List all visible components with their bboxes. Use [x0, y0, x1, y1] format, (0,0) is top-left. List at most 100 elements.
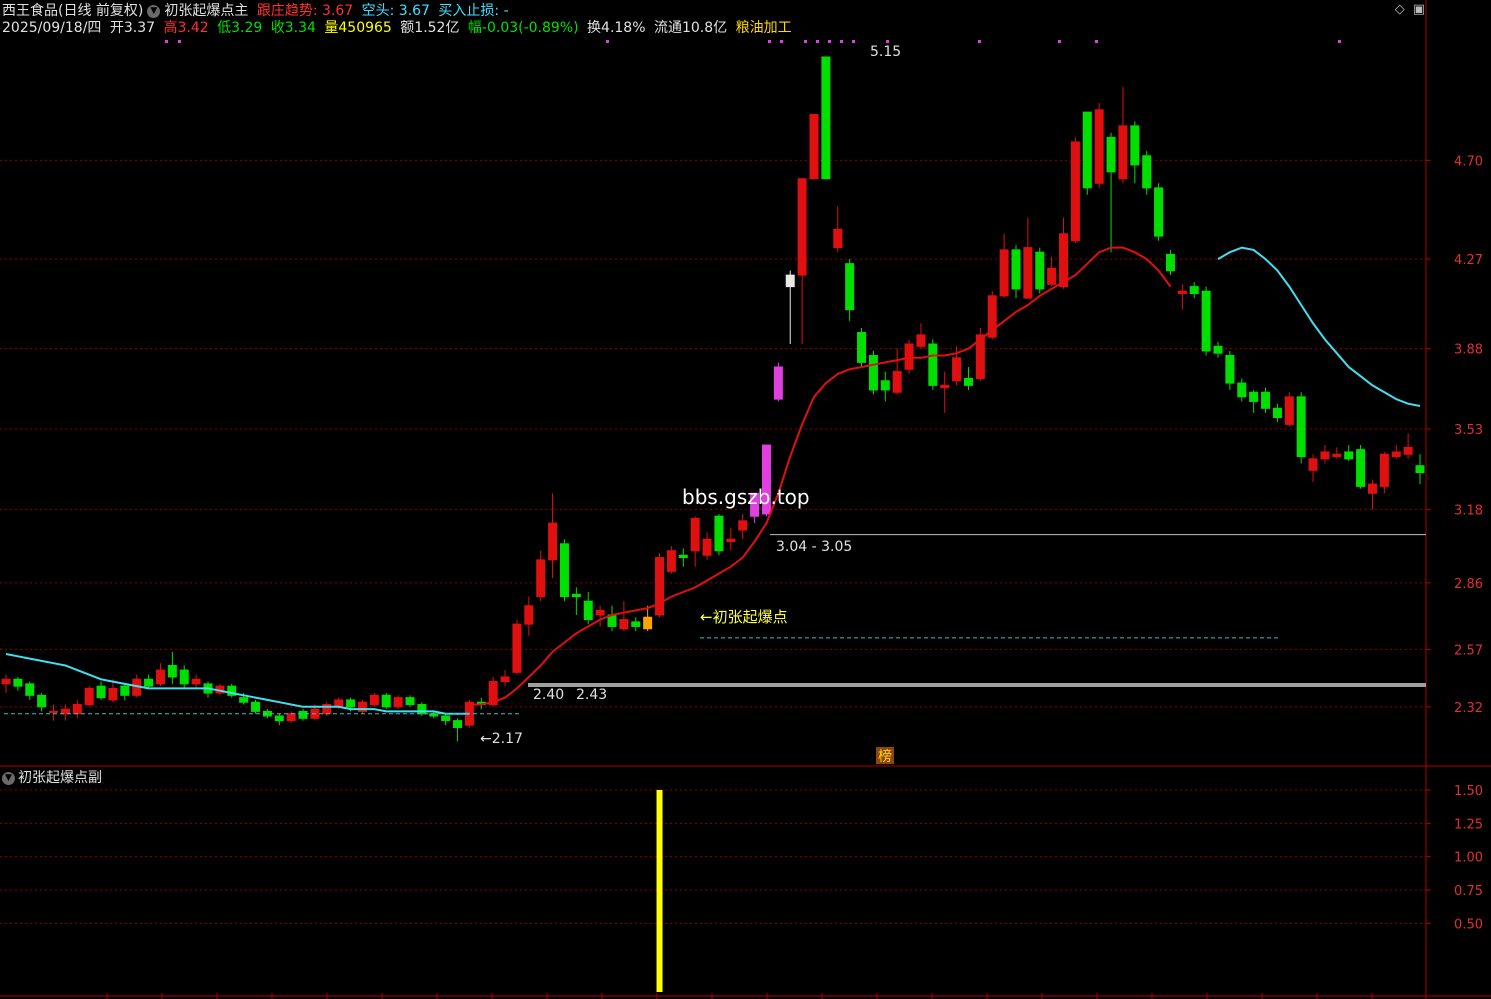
candle-body [512, 623, 522, 673]
candle-body [1082, 111, 1092, 189]
candle-body [179, 669, 189, 685]
candle-body [1249, 391, 1259, 402]
candle-body [381, 694, 391, 708]
sub-y-tick-label: 1.25 [1454, 817, 1483, 832]
candle-body [1165, 253, 1175, 272]
candle-body [1272, 407, 1282, 418]
ma-line-red [469, 246, 1172, 706]
candle-body [892, 371, 902, 393]
candle-body [1213, 345, 1223, 354]
candle-body [239, 697, 249, 703]
candle-body [868, 355, 878, 391]
peak-label: 5.15 [870, 44, 901, 60]
candle-body [1118, 125, 1128, 180]
candle-body [37, 694, 47, 708]
candle-body [1094, 109, 1104, 184]
candle-body [1059, 233, 1069, 288]
y-tick-label: 2.32 [1454, 701, 1483, 716]
candle-body [726, 538, 736, 542]
candle-body [1177, 290, 1187, 295]
candle-body [1237, 382, 1247, 398]
candle-body [108, 687, 118, 701]
candle-body [952, 357, 962, 382]
signal-dot [1058, 40, 1061, 43]
candle-body [1332, 453, 1342, 458]
signal-label: ←初张起爆点 [700, 608, 788, 626]
candle-body [643, 616, 653, 630]
sub-y-tick-label: 0.75 [1454, 884, 1483, 899]
candle-body [845, 263, 855, 311]
candle-body [809, 113, 819, 180]
candle-body [251, 701, 261, 712]
candle-body [797, 178, 807, 276]
candle-body [714, 515, 724, 552]
candle-body [548, 522, 558, 561]
signal-dot [886, 40, 889, 43]
candle-body [1415, 465, 1425, 474]
candle-body [405, 697, 415, 706]
candle-body [1142, 155, 1152, 189]
candle-body [1284, 396, 1294, 425]
signal-dot [1095, 40, 1098, 43]
candle-body [1023, 247, 1033, 299]
site-watermark: bbs.gszb.top [682, 485, 810, 509]
candle-body [702, 538, 712, 556]
candle-body [369, 694, 379, 706]
kline-chart[interactable]: 4.70 4.27 3.88 3.53 3.18 2.86 2.57 2.32 1.50 1.2… [0, 0, 1491, 999]
band-right-label: 2.43 [576, 687, 607, 703]
candle-body [1035, 251, 1045, 290]
candle-body [155, 669, 165, 685]
candle-body [441, 715, 451, 722]
candle-body [571, 593, 581, 598]
signal-bar [656, 790, 663, 992]
range-label: 3.04 - 3.05 [776, 539, 852, 555]
candle-body [916, 334, 926, 347]
low-label: ←2.17 [480, 731, 523, 747]
sub-y-tick-label: 1.00 [1454, 851, 1483, 866]
candle-body [999, 249, 1009, 297]
candle-body [631, 621, 641, 627]
candle-body [1, 678, 11, 685]
candle-body [773, 366, 783, 400]
signal-dot [606, 40, 609, 43]
candle-body [393, 697, 403, 708]
band-left-label: 2.40 [533, 687, 564, 703]
sub-y-tick-label: 0.50 [1454, 917, 1483, 932]
candle-body [191, 678, 201, 685]
y-tick-label: 4.70 [1454, 154, 1483, 169]
candle-body [619, 619, 629, 630]
candle-body [1201, 290, 1211, 352]
signal-dot [852, 40, 855, 43]
candle-body [49, 710, 59, 713]
candle-body [833, 228, 843, 249]
candle-body [144, 678, 154, 687]
candle-body [60, 708, 70, 715]
candle-body [583, 600, 593, 621]
candle-body [524, 605, 534, 625]
y-tick-label: 3.18 [1454, 503, 1483, 518]
candle-body [1261, 391, 1271, 409]
candle-body [346, 699, 356, 708]
candle-body [1356, 449, 1366, 487]
candle-body [1225, 355, 1235, 384]
candle-body [559, 543, 569, 598]
candle-body [298, 710, 308, 719]
badge-label: 榜 [878, 748, 892, 765]
candle-body [334, 699, 344, 708]
signal-dot [178, 40, 181, 43]
candle-body [1011, 249, 1021, 290]
candle-body [84, 687, 94, 706]
candle-body [1106, 136, 1116, 173]
signal-dot [780, 40, 783, 43]
candle-body [96, 685, 106, 699]
y-tick-label: 2.86 [1454, 577, 1483, 592]
signal-dot [1338, 40, 1341, 43]
candle-body [690, 518, 700, 552]
y-tick-label: 2.57 [1454, 643, 1483, 658]
ma-line-cyan-late [1217, 246, 1421, 407]
y-tick-label: 3.88 [1454, 343, 1483, 358]
candle-body [1403, 446, 1413, 455]
signal-dot [768, 40, 771, 43]
candle-body [13, 678, 23, 687]
candle-body [880, 380, 890, 391]
